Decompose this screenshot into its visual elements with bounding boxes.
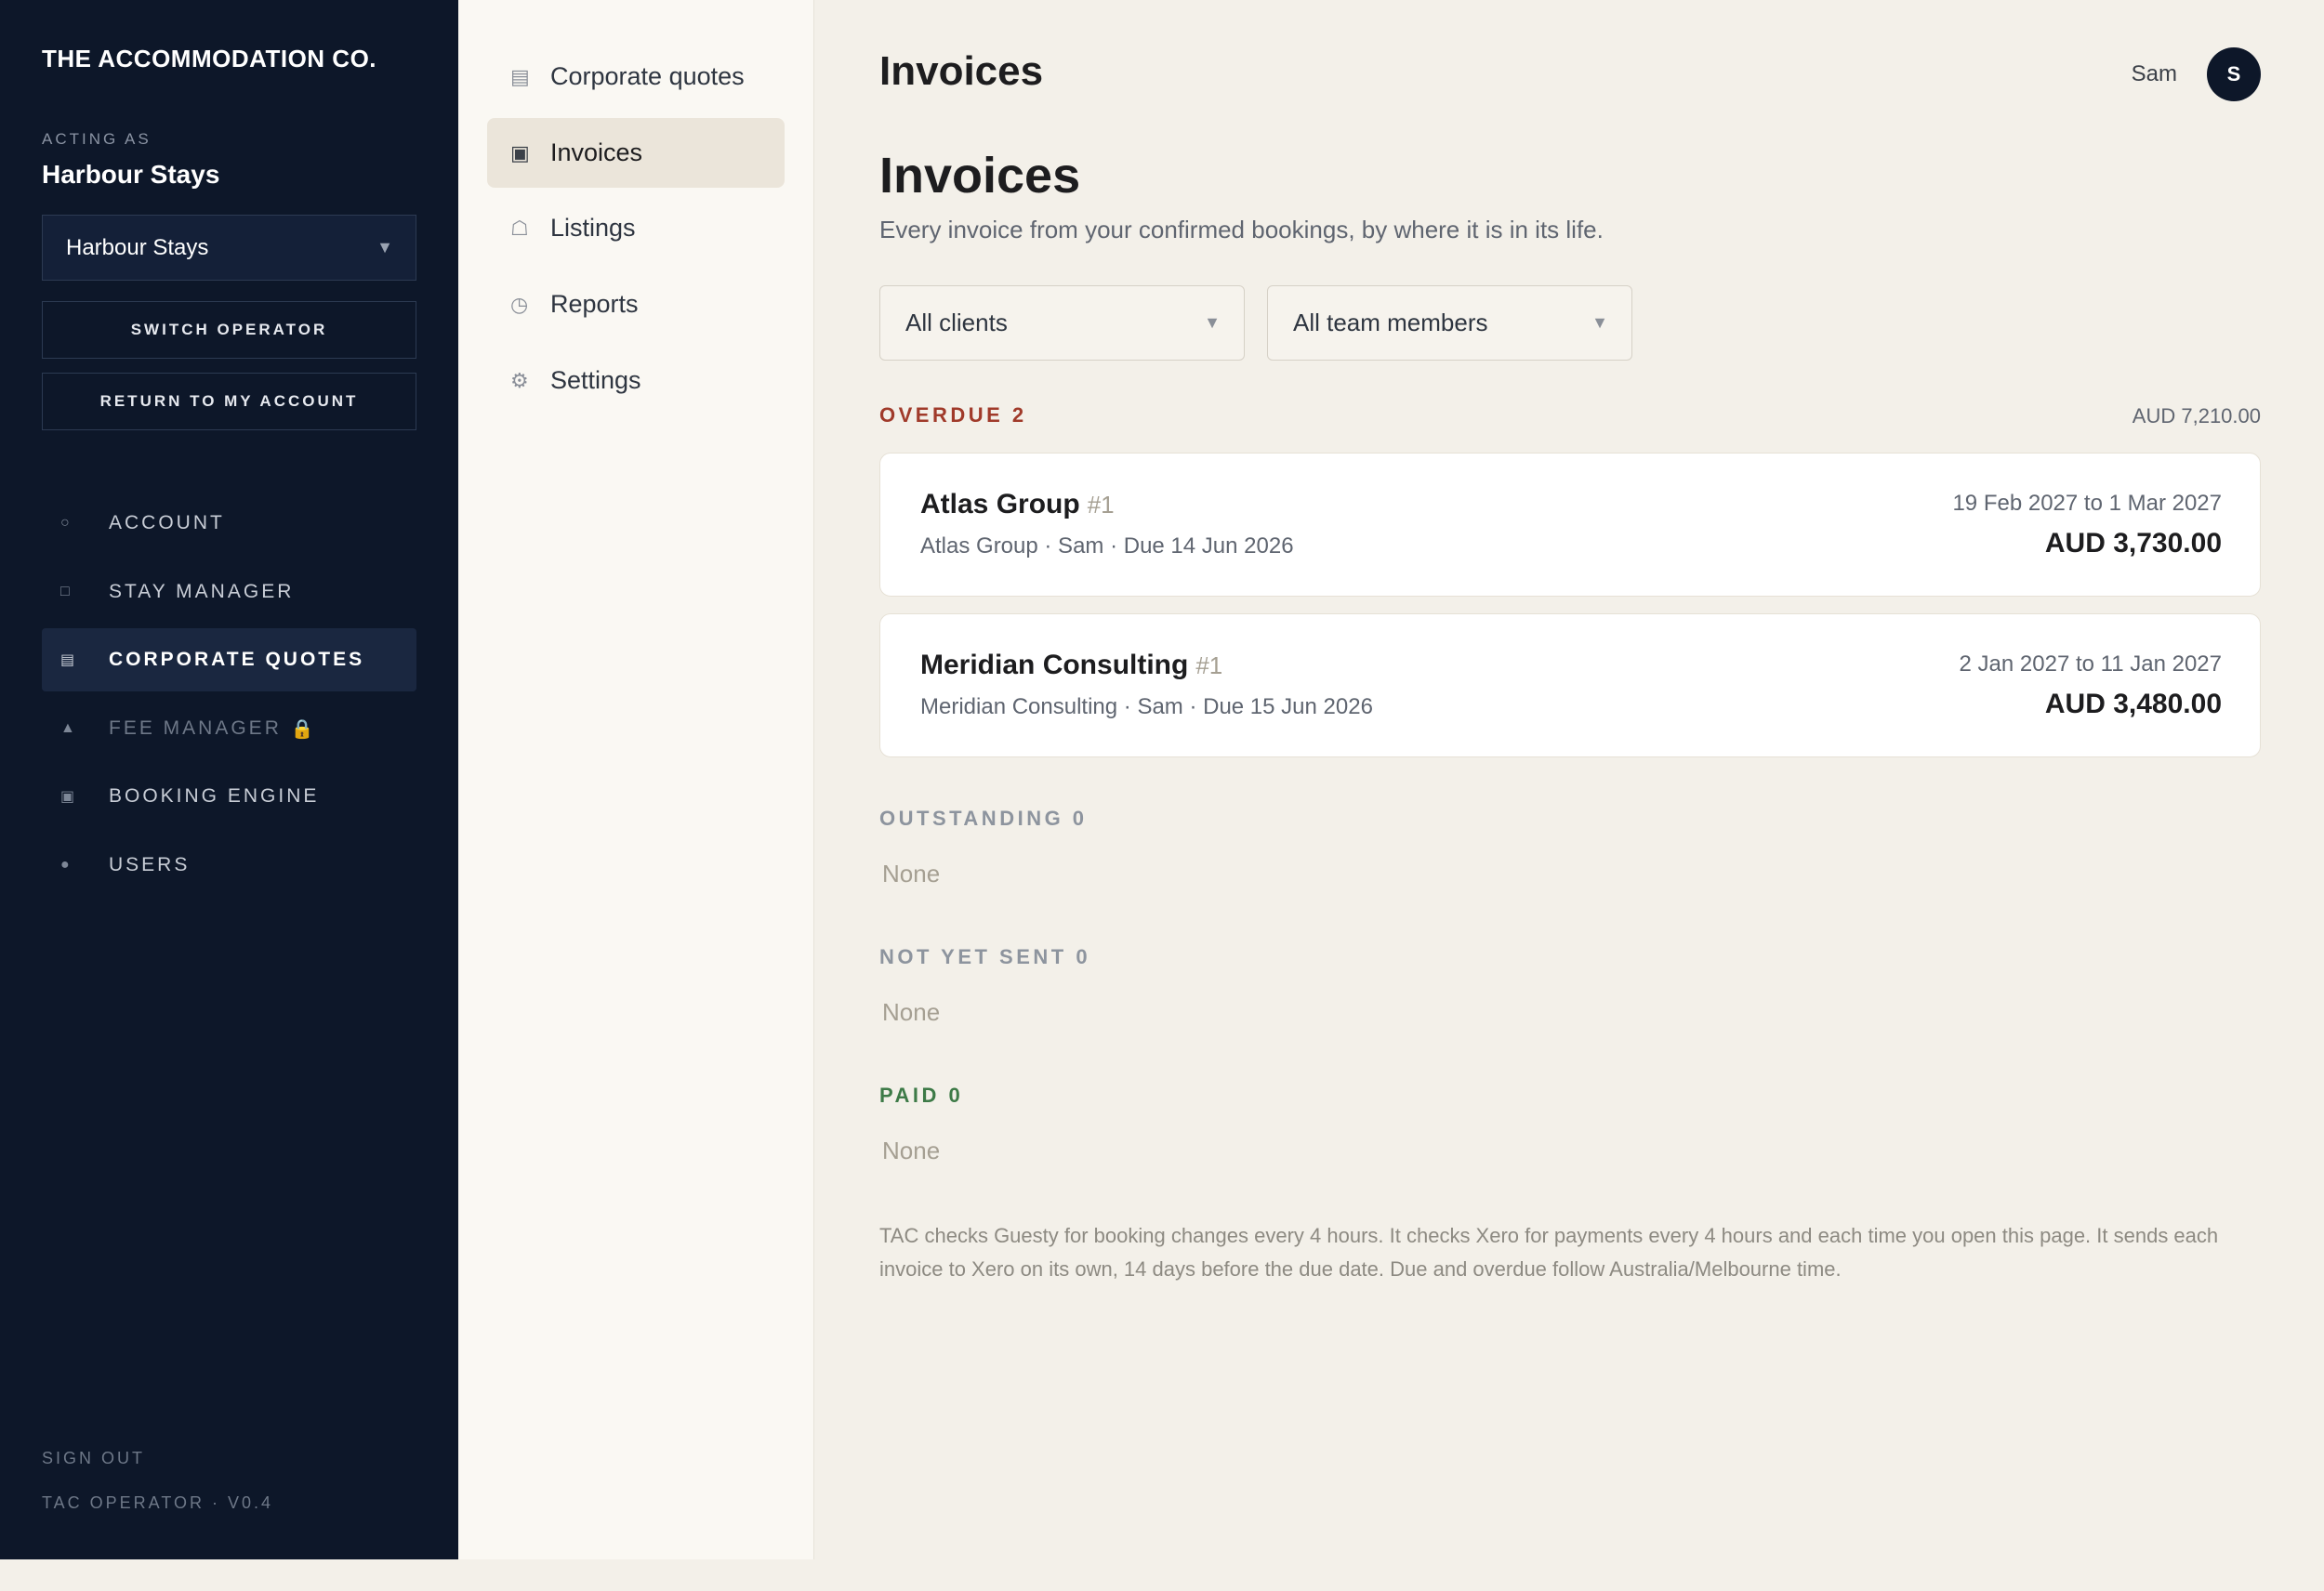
avatar[interactable]: S — [2207, 47, 2261, 101]
subnav-item-corporate-quotes[interactable]: ▤ Corporate quotes — [487, 42, 785, 112]
operator-select[interactable]: Harbour Stays ▼ — [42, 215, 416, 281]
clients-filter-value: All clients — [905, 309, 1008, 336]
sidebar-item-corporate-quotes[interactable]: ▤ CORPORATE QUOTES — [42, 628, 416, 691]
invoice-client: Atlas Group #1 — [920, 489, 1115, 520]
invoice-client: Meridian Consulting #1 — [920, 650, 1222, 681]
team-filter-select[interactable]: All team members ▼ — [1267, 285, 1632, 361]
sign-out-link[interactable]: SIGN OUT — [42, 1449, 145, 1468]
subnav-item-label: Settings — [550, 366, 641, 394]
sidebar-item-fee-manager[interactable]: ▲ FEE MANAGER 🔒 — [42, 697, 416, 760]
grid-icon: ▣ — [60, 789, 78, 805]
not-yet-sent-section-heading: NOT YET SENT 0 — [879, 945, 1091, 968]
sidebar-item-label: CORPORATE QUOTES — [109, 649, 365, 670]
subnav-item-label: Corporate quotes — [550, 62, 745, 90]
triangle-icon: ▲ — [60, 720, 78, 736]
subnav-item-invoices[interactable]: ▣ Invoices — [487, 118, 785, 188]
section-subnav: ▤ Corporate quotes ▣ Invoices ☖ Listings… — [458, 0, 814, 1559]
invoice-stay-dates: 2 Jan 2027 to 11 Jan 2027 — [1959, 651, 2222, 677]
invoice-icon: ▣ — [510, 140, 530, 164]
overdue-section-total: AUD 7,210.00 — [2132, 404, 2261, 427]
page-subtitle: Every invoice from your confirmed bookin… — [879, 216, 1604, 243]
return-to-account-button[interactable]: RETURN TO MY ACCOUNT — [42, 373, 416, 430]
switch-operator-button[interactable]: SWITCH OPERATOR — [42, 301, 416, 359]
sync-footnote: TAC checks Guesty for booking changes ev… — [879, 1224, 2219, 1281]
user-name[interactable]: Sam — [2132, 61, 2177, 87]
sidebar-item-stay-manager[interactable]: □ STAY MANAGER — [42, 560, 416, 624]
chevron-down-icon: ▼ — [1204, 313, 1221, 332]
sidebar-item-label: BOOKING ENGINE — [109, 785, 320, 807]
brand-logo-text[interactable]: THE ACCOMMODATION CO. — [42, 45, 376, 73]
invoice-number: #1 — [1195, 651, 1223, 679]
invoice-client-name: Atlas Group — [920, 489, 1080, 519]
sidebar-item-booking-engine[interactable]: ▣ BOOKING ENGINE — [42, 765, 416, 828]
subnav-item-label: Invoices — [550, 138, 643, 166]
home-icon: ☖ — [510, 216, 529, 240]
sidebar-item-label: FEE MANAGER — [109, 717, 282, 739]
document-icon: ▤ — [60, 652, 78, 668]
lock-icon: 🔒 — [290, 718, 314, 740]
app-version: TAC OPERATOR · V0.4 — [42, 1493, 274, 1512]
outstanding-section-heading: OUTSTANDING 0 — [879, 807, 1088, 830]
paid-empty-text: None — [882, 1137, 941, 1164]
acting-operator-name: Harbour Stays — [42, 160, 220, 189]
invoice-meta: Atlas Group · Sam · Due 14 Jun 2026 — [920, 533, 1294, 559]
acting-as-label: ACTING AS — [42, 130, 152, 148]
not-yet-sent-empty-text: None — [882, 998, 941, 1026]
subnav-item-label: Reports — [550, 290, 639, 318]
sidebar-item-label: USERS — [109, 854, 191, 875]
invoice-card[interactable]: Atlas Group #1 Atlas Group · Sam · Due 14… — [879, 453, 2261, 597]
team-filter-value: All team members — [1293, 309, 1488, 336]
clock-icon: ◷ — [510, 292, 529, 316]
subnav-item-label: Listings — [550, 214, 636, 242]
chevron-down-icon: ▼ — [1591, 313, 1608, 332]
sidebar-item-label: ACCOUNT — [109, 512, 225, 533]
subnav-item-settings[interactable]: ⚙ Settings — [487, 346, 785, 415]
invoice-client-name: Meridian Consulting — [920, 650, 1189, 680]
outstanding-empty-text: None — [882, 860, 941, 888]
dot-icon: ● — [60, 857, 73, 873]
circle-icon: ○ — [60, 515, 73, 531]
clients-filter-select[interactable]: All clients ▼ — [879, 285, 1245, 361]
page-title: Invoices — [879, 148, 1081, 204]
chevron-down-icon: ▼ — [376, 238, 393, 256]
subnav-item-listings[interactable]: ☖ Listings — [487, 193, 785, 263]
paid-section-heading: PAID 0 — [879, 1084, 964, 1107]
invoice-number: #1 — [1087, 491, 1115, 519]
invoice-amount: AUD 3,480.00 — [2044, 689, 2222, 719]
sidebar-item-label: STAY MANAGER — [109, 581, 295, 602]
overdue-section-heading: OVERDUE 2 — [879, 403, 1027, 427]
gear-icon: ⚙ — [510, 368, 529, 392]
sidebar-item-users[interactable]: ● USERS — [42, 834, 416, 897]
invoice-amount: AUD 3,730.00 — [2044, 528, 2222, 559]
operator-sidebar: THE ACCOMMODATION CO. ACTING AS Harbour … — [0, 0, 458, 1559]
invoice-stay-dates: 19 Feb 2027 to 1 Mar 2027 — [1952, 491, 2222, 516]
header-title: Invoices — [879, 48, 1044, 94]
operator-select-value: Harbour Stays — [66, 234, 209, 260]
invoice-card[interactable]: Meridian Consulting #1 Meridian Consultin… — [879, 613, 2261, 757]
document-icon: ▤ — [510, 64, 530, 88]
sidebar-item-account[interactable]: ○ ACCOUNT — [42, 492, 416, 555]
invoice-meta: Meridian Consulting · Sam · Due 15 Jun 2… — [920, 694, 1373, 719]
subnav-item-reports[interactable]: ◷ Reports — [487, 270, 785, 339]
square-icon: □ — [60, 584, 73, 599]
